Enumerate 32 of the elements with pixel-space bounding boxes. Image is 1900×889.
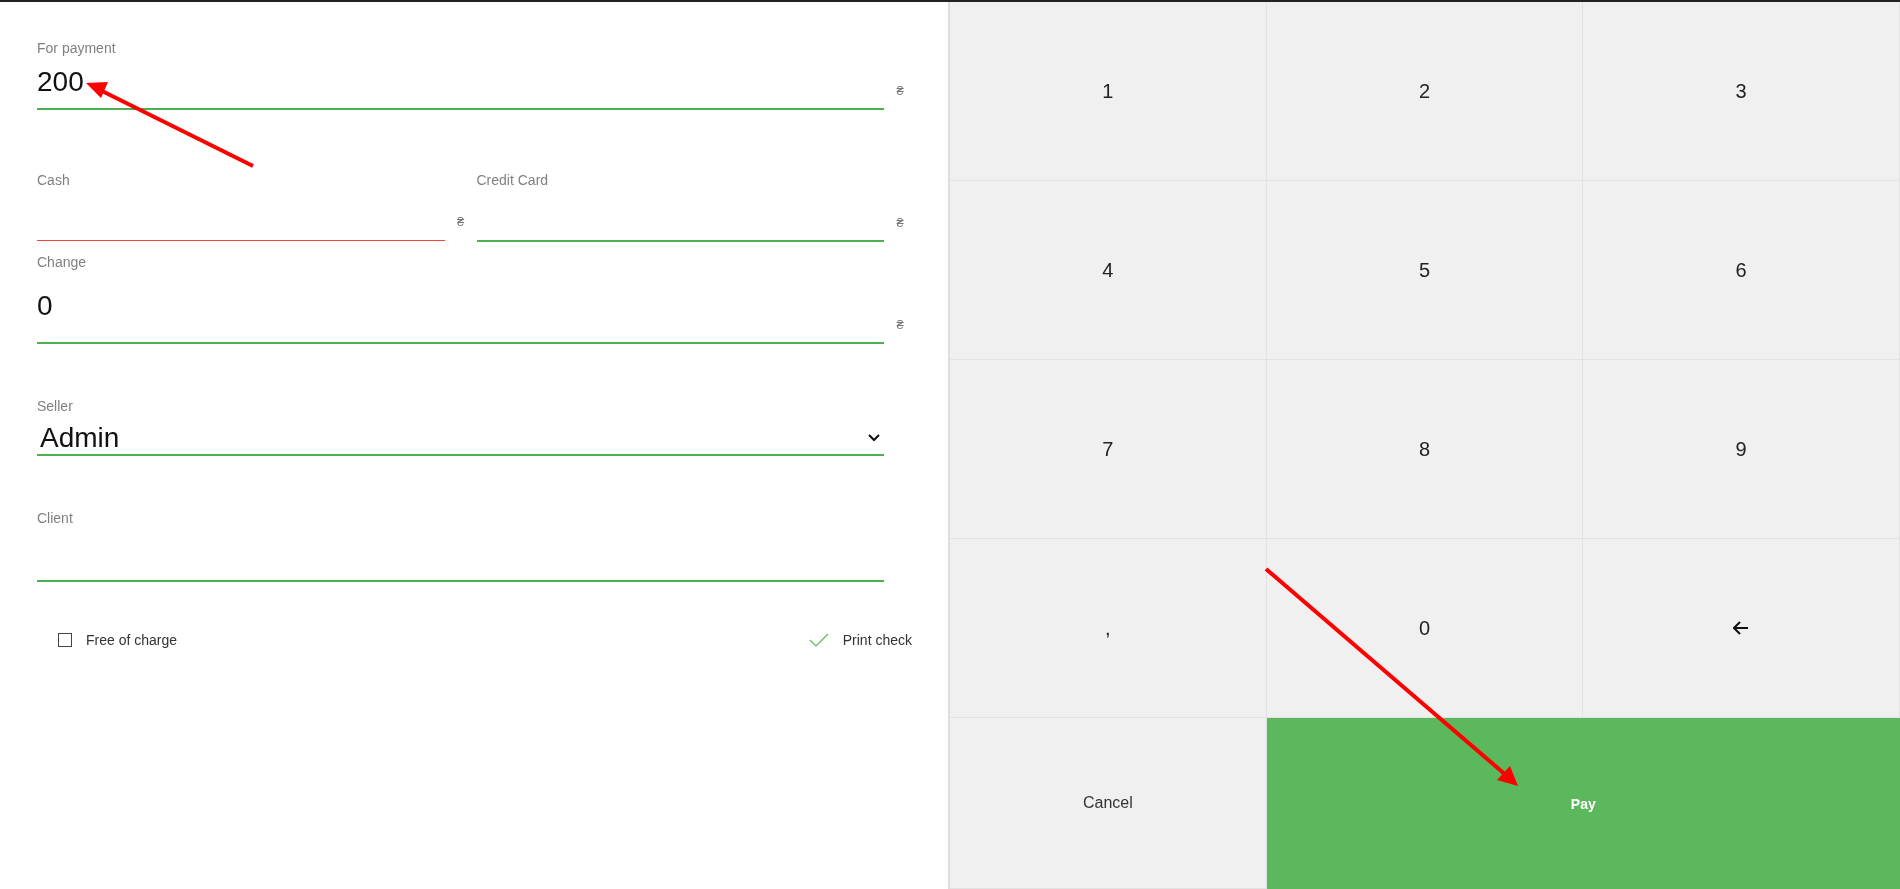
keypad-key[interactable]: 1	[950, 2, 1267, 181]
field-label: Client	[37, 510, 74, 526]
currency-sign: ₴	[895, 83, 905, 98]
keypad-key[interactable]: 5	[1266, 181, 1584, 360]
keypad-key[interactable]: ,	[950, 539, 1267, 718]
keypad-key[interactable]: 6	[1583, 181, 1900, 360]
currency-sign: ₴	[895, 317, 905, 332]
keypad-key[interactable]: 0	[1266, 539, 1584, 718]
field-label: Seller	[37, 398, 74, 414]
field-label: Change	[37, 254, 88, 270]
keypad-key[interactable]: 9	[1583, 360, 1900, 539]
keypad-key[interactable]: 2	[1266, 2, 1584, 181]
field-label: For payment	[37, 40, 117, 56]
keypad-key[interactable]: 4	[950, 181, 1267, 360]
currency-sign: ₴	[895, 215, 905, 230]
keypad-key[interactable]: 8	[1266, 360, 1584, 539]
checkbox[interactable]	[58, 633, 72, 647]
option-label: Free of charge	[86, 632, 178, 648]
option-label: Print check	[842, 632, 912, 648]
field-label: Cash	[37, 172, 71, 188]
option-checkbox[interactable]: Free of charge	[58, 632, 178, 648]
amount-field[interactable]: 0	[37, 270, 884, 344]
seller-dropdown[interactable]: Admin	[37, 414, 884, 456]
chevron-down-icon	[868, 434, 880, 442]
field-label: Credit Card	[476, 172, 550, 188]
amount-field[interactable]: 200	[37, 56, 884, 110]
option-checkbox[interactable]: Print check	[808, 632, 912, 648]
cancel-button[interactable]: Cancel	[950, 718, 1267, 889]
keypad-key[interactable]: 3	[1583, 2, 1900, 181]
keypad-key[interactable]: 7	[950, 360, 1267, 539]
currency-sign: ₴	[455, 214, 466, 229]
left-arrow-icon	[1733, 621, 1750, 635]
